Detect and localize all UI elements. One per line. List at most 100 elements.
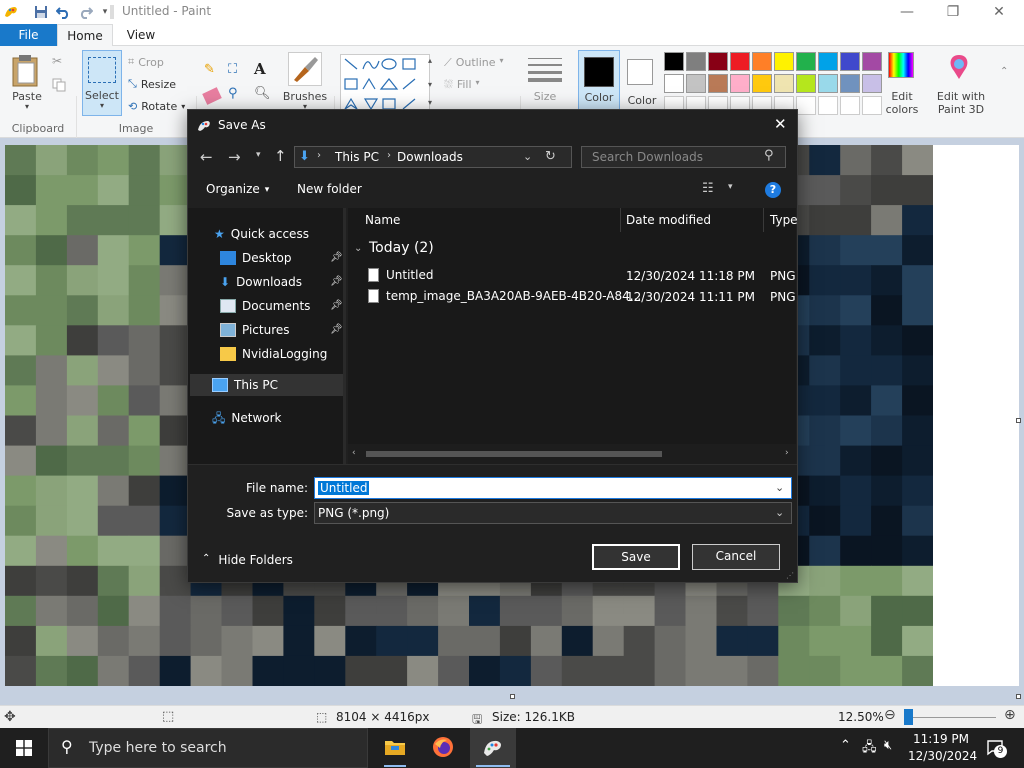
color-swatch[interactable] — [862, 52, 882, 71]
column-type[interactable]: Type — [770, 213, 798, 227]
color-swatch[interactable] — [774, 52, 794, 71]
tab-view[interactable]: View — [113, 24, 169, 46]
paste-icon[interactable] — [10, 54, 44, 90]
resize-grip-icon[interactable]: ⋰ — [786, 571, 794, 580]
clock-time[interactable]: 11:19 PM — [912, 732, 970, 746]
group-collapse-icon[interactable]: ⌄ — [354, 243, 362, 254]
brushes-icon[interactable] — [288, 52, 322, 86]
copy-icon[interactable] — [52, 78, 66, 92]
save-icon[interactable] — [32, 3, 50, 21]
tab-home[interactable]: Home — [57, 24, 113, 46]
close-button[interactable]: ✕ — [976, 0, 1022, 24]
maximize-button[interactable]: ❐ — [930, 0, 976, 24]
new-folder-button[interactable]: New folder — [297, 182, 362, 196]
magnifier-icon[interactable]: 🔍︎ — [254, 86, 271, 102]
clock-date[interactable]: 12/30/2024 — [908, 749, 977, 763]
text-tool-icon[interactable]: A — [254, 60, 270, 78]
cancel-button[interactable]: Cancel — [692, 544, 780, 570]
recent-locations-icon[interactable]: ▾ — [256, 150, 261, 160]
windows-start-icon[interactable] — [16, 740, 34, 758]
save-as-type-select[interactable]: PNG (*.png) ⌄ — [314, 502, 792, 524]
redo-icon[interactable] — [77, 3, 95, 21]
color-swatch[interactable] — [664, 74, 684, 93]
column-name[interactable]: Name — [365, 213, 400, 227]
file-explorer-icon[interactable] — [384, 737, 406, 757]
color-swatch[interactable] — [664, 52, 684, 71]
tab-file[interactable]: File — [0, 24, 57, 46]
edit-colors-icon[interactable] — [884, 52, 924, 82]
canvas-resize-handle[interactable] — [510, 694, 515, 699]
up-arrow-icon[interactable]: ↑ — [274, 147, 287, 165]
color-swatch[interactable] — [730, 52, 750, 71]
address-bar[interactable]: ⬇ › This PC › Downloads ⌄ ↻ — [294, 146, 572, 168]
show-hidden-icons-icon[interactable]: ⌃ — [840, 738, 851, 753]
file-row[interactable]: temp_image_BA3A20AB-9AEB-4B20-A84... 12/… — [364, 287, 796, 307]
undo-icon[interactable] — [54, 3, 72, 21]
color-swatch[interactable] — [862, 74, 882, 93]
color-swatch[interactable] — [796, 74, 816, 93]
nav-downloads[interactable]: ⬇ Downloads — [220, 271, 302, 293]
color-swatch[interactable] — [686, 52, 706, 71]
zoom-slider[interactable] — [904, 717, 996, 718]
color2-button[interactable]: Color — [622, 50, 662, 116]
shapes-scroll-down-icon[interactable]: ▾ — [428, 80, 436, 89]
color-swatch[interactable] — [796, 96, 816, 115]
save-button[interactable]: Save — [592, 544, 680, 570]
resize-button[interactable]: ⤡ Resize — [128, 76, 188, 92]
color-swatch[interactable] — [708, 74, 728, 93]
color-swatch[interactable] — [752, 74, 772, 93]
shapes-expand-icon[interactable]: ▾ — [428, 98, 436, 107]
zoom-out-button[interactable]: ⊖ — [884, 707, 896, 723]
scroll-right-icon[interactable]: › — [785, 448, 789, 458]
taskbar-search-box[interactable]: ⚲ Type here to search — [48, 728, 368, 768]
nav-documents[interactable]: Documents — [220, 295, 310, 317]
notification-center-icon[interactable]: 9 — [986, 738, 1007, 758]
nav-this-pc[interactable]: This PC — [190, 374, 343, 396]
ribbon-collapse-icon[interactable]: ⌃ — [1000, 66, 1018, 77]
rotate-button[interactable]: ⟲ Rotate ▾ — [128, 98, 192, 114]
scrollbar-thumb[interactable] — [366, 451, 662, 457]
minimize-button[interactable]: — — [884, 0, 930, 24]
outline-button[interactable]: ⟋ Outline ▾ — [444, 56, 520, 70]
eraser-icon[interactable] — [202, 87, 222, 105]
help-icon[interactable]: ? — [765, 182, 781, 198]
fill-bucket-icon[interactable]: ⛶ — [228, 62, 244, 78]
color-swatch[interactable] — [686, 74, 706, 93]
edit-colors-label[interactable]: Edit colors — [880, 90, 924, 116]
shapes-scroll-up-icon[interactable]: ▴ — [428, 56, 436, 65]
fill-button[interactable]: ⛆ Fill ▾ — [444, 78, 520, 92]
file-row[interactable]: Untitled 12/30/2024 11:18 PM PNG — [364, 266, 796, 286]
breadcrumb-downloads[interactable]: Downloads — [397, 150, 463, 164]
color-swatch[interactable] — [796, 52, 816, 71]
back-arrow-icon[interactable]: ← — [200, 148, 213, 166]
edit-with-paint3d-label[interactable]: Edit with Paint 3D — [930, 90, 992, 116]
horizontal-scrollbar[interactable]: ‹ › — [348, 444, 796, 464]
color-swatch[interactable] — [862, 96, 882, 115]
view-options-dropdown-icon[interactable]: ▾ — [728, 182, 733, 192]
select-button[interactable]: Select ▾ — [82, 50, 122, 116]
color-swatch[interactable] — [818, 74, 838, 93]
firefox-icon[interactable] — [432, 736, 454, 758]
search-downloads-box[interactable]: Search Downloads ⚲ — [581, 146, 786, 168]
breadcrumb-this-pc[interactable]: This PC — [335, 150, 379, 164]
nav-pane-scrollbar[interactable] — [343, 208, 346, 464]
paint-taskbar-button[interactable] — [470, 728, 516, 768]
file-name-dropdown-icon[interactable]: ⌄ — [775, 481, 784, 494]
color-swatch[interactable] — [774, 74, 794, 93]
paint3d-icon[interactable] — [944, 52, 978, 84]
cut-icon[interactable]: ✂ — [52, 54, 66, 68]
file-name-input[interactable]: Untitled ⌄ — [314, 477, 792, 499]
forward-arrow-icon[interactable]: → — [228, 148, 241, 166]
column-date-modified[interactable]: Date modified — [626, 213, 711, 227]
nav-nvidialogging[interactable]: NvidiaLogging — [220, 343, 327, 365]
network-status-icon[interactable]: 🖧 — [862, 738, 877, 760]
color-swatch[interactable] — [818, 96, 838, 115]
size-icon[interactable] — [528, 56, 562, 84]
color-swatch[interactable] — [840, 96, 860, 115]
color-swatch[interactable] — [730, 74, 750, 93]
organize-button[interactable]: Organize ▾ — [206, 182, 269, 198]
color-swatch[interactable] — [818, 52, 838, 71]
canvas-resize-handle[interactable] — [1016, 418, 1021, 423]
paste-dropdown-icon[interactable]: ▾ — [20, 102, 34, 111]
refresh-icon[interactable]: ↻ — [545, 149, 556, 164]
